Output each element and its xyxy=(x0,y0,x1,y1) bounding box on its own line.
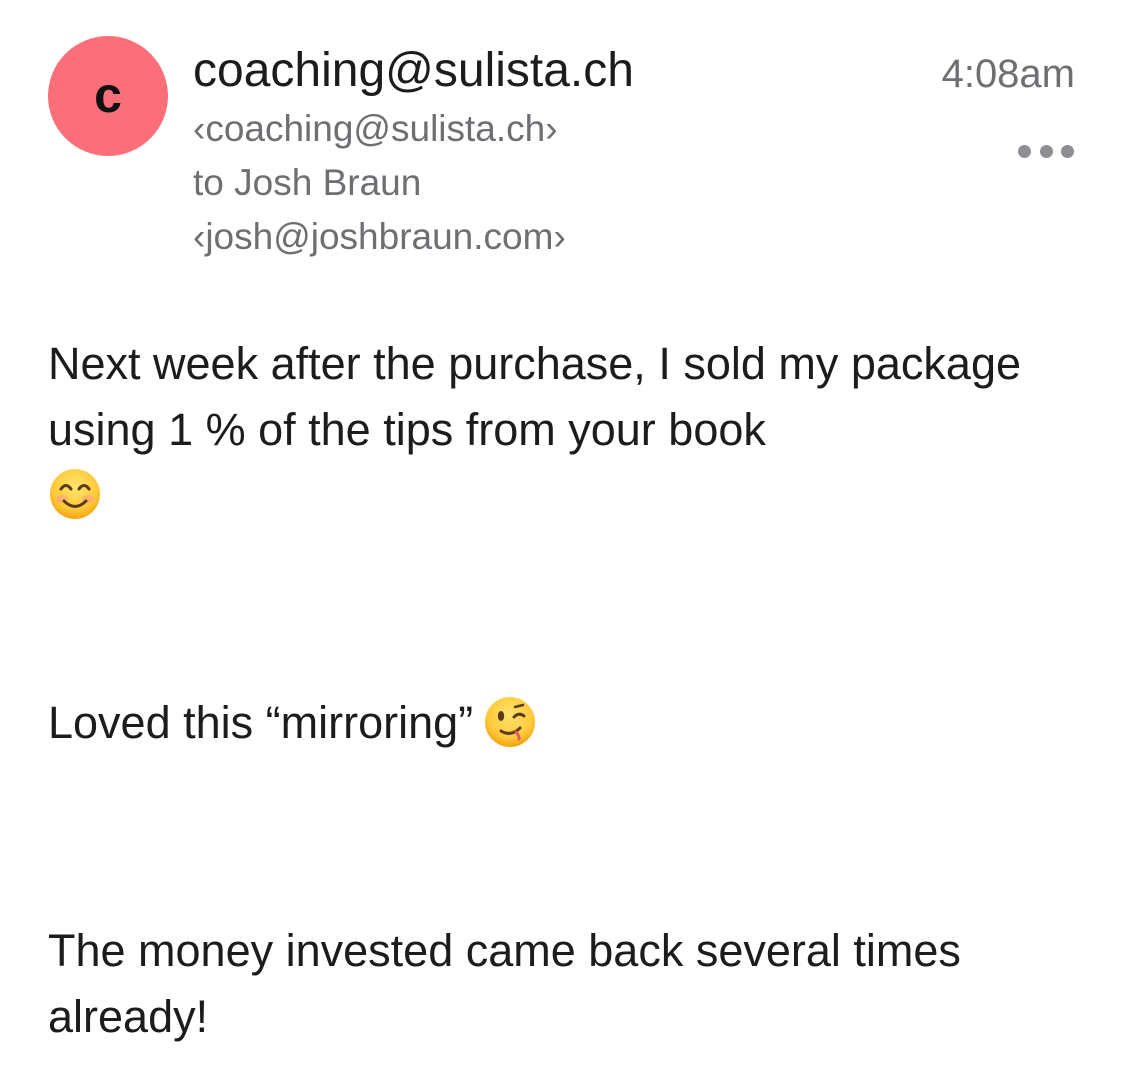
avatar-initial: c xyxy=(94,67,122,123)
recipient-email[interactable]: ‹josh@joshbraun.com› xyxy=(193,211,566,263)
winking-face-icon xyxy=(483,695,537,749)
sender-avatar[interactable]: c xyxy=(48,36,168,156)
ellipsis-icon xyxy=(1018,144,1074,158)
paragraph-1-text: Next week after the purchase, I sold my … xyxy=(48,338,1021,455)
sender-email[interactable]: ‹coaching@sulista.ch› xyxy=(193,103,558,155)
message-paragraph-2: Loved this “mirroring” xyxy=(48,690,1088,756)
smiling-face-with-smiling-eyes-icon xyxy=(48,467,102,521)
sender-name[interactable]: coaching@sulista.ch xyxy=(193,40,634,102)
more-options-button[interactable] xyxy=(1018,136,1074,166)
recipient-line: to Josh Braun xyxy=(193,162,422,203)
timestamp: 4:08am xyxy=(941,52,1075,96)
message-paragraph-1: Next week after the purchase, I sold my … xyxy=(48,331,1088,521)
message-paragraph-3: The money invested came back several tim… xyxy=(48,925,961,1042)
paragraph-2-text: Loved this “mirroring” xyxy=(48,697,474,748)
